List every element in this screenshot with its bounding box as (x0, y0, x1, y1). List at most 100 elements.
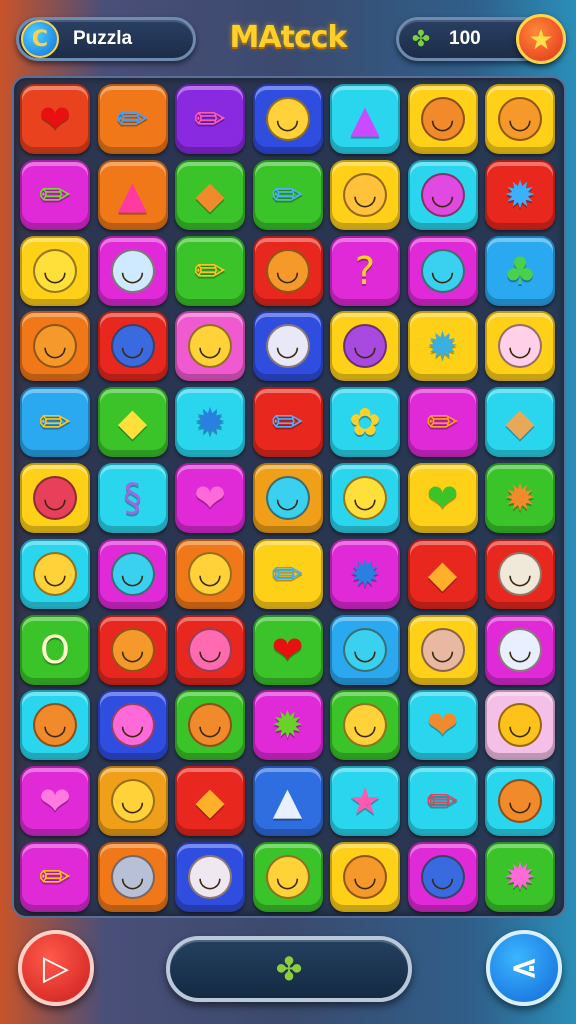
game-tile[interactable]: ◡ (252, 311, 323, 382)
game-tile[interactable]: ✏ (175, 235, 245, 306)
game-tile[interactable]: ◡ (97, 311, 168, 382)
game-tile[interactable]: ✿ (330, 387, 400, 458)
game-tile[interactable]: ✏ (20, 842, 90, 912)
game-tile[interactable]: ▲ (252, 766, 323, 837)
cat-face-icon: ◡ (33, 324, 77, 369)
game-tile[interactable]: ◡ (97, 690, 168, 761)
game-tile[interactable]: ◡ (20, 463, 90, 533)
game-tile[interactable]: ✹ (485, 463, 555, 533)
game-tile[interactable]: ◆ (485, 387, 555, 458)
game-tile[interactable]: ◡ (485, 614, 555, 685)
game-tile[interactable]: ◡ (407, 614, 478, 685)
game-tile[interactable]: ◡ (485, 766, 555, 837)
pencil-icon: ✏ (39, 855, 71, 899)
player-label: Puzzla (73, 28, 133, 49)
game-tile[interactable]: ✹ (330, 538, 400, 609)
game-tile[interactable]: ❤ (252, 614, 323, 685)
cat-face-icon: ◡ (343, 324, 387, 369)
game-tile[interactable]: ❤ (407, 463, 478, 533)
game-tile[interactable]: ◡ (330, 690, 400, 761)
smiley-face-icon: ◡ (188, 703, 232, 748)
game-tile[interactable]: ◡ (175, 842, 245, 912)
monster-face-icon: ◡ (420, 855, 465, 899)
game-tile[interactable]: ▲ (97, 159, 168, 230)
splat-icon: ✹ (504, 172, 536, 217)
game-tile[interactable]: ◡ (97, 538, 168, 609)
game-tile[interactable]: ◡ (330, 463, 400, 533)
game-tile[interactable]: ✏ (252, 159, 323, 230)
game-tile[interactable]: ◡ (252, 84, 323, 154)
game-tile[interactable]: ✹ (407, 311, 478, 382)
game-tile[interactable]: ◡ (485, 311, 555, 382)
game-tile[interactable]: ◆ (175, 159, 245, 230)
game-tile[interactable]: ★ (330, 766, 400, 837)
game-tile[interactable]: ◆ (175, 766, 245, 837)
game-tile[interactable]: ❤ (20, 766, 90, 837)
player-pill[interactable]: C Puzzla (16, 17, 196, 61)
game-tile[interactable]: ✏ (175, 84, 245, 154)
game-tile[interactable]: ◡ (97, 842, 168, 912)
game-tile[interactable]: ◡ (485, 84, 555, 154)
game-tile[interactable]: ✏ (97, 84, 168, 154)
game-tile[interactable]: ◡ (407, 842, 478, 912)
game-tile[interactable]: ❤ (20, 84, 90, 154)
game-tile[interactable]: ◡ (175, 311, 245, 382)
game-tile[interactable]: ✏ (252, 387, 323, 458)
game-tile[interactable]: ◡ (330, 614, 400, 685)
game-tile[interactable]: ▲ (330, 84, 400, 154)
game-tile[interactable]: ◡ (330, 159, 400, 230)
game-tile[interactable]: ◡ (175, 690, 245, 761)
game-tile[interactable]: ✹ (485, 159, 555, 230)
game-tile[interactable]: ✏ (407, 766, 478, 837)
game-tile[interactable]: ◆ (407, 538, 478, 609)
pencil-icon: ✏ (194, 248, 226, 293)
game-tile[interactable]: ✏ (252, 538, 323, 609)
game-tile[interactable]: ◡ (97, 235, 168, 306)
center-action-button[interactable]: ✤ (166, 936, 412, 1002)
pencil-icon: ✏ (271, 400, 304, 445)
game-tile[interactable]: ◡ (407, 84, 478, 154)
game-tile[interactable]: ♣ (485, 235, 555, 306)
game-tile[interactable]: ◡ (175, 614, 245, 685)
pig-face-icon: ◡ (188, 627, 232, 672)
splat-icon: ✹ (426, 324, 459, 369)
game-tile[interactable]: ◡ (252, 235, 323, 306)
heart-icon: ❤ (426, 476, 459, 520)
balloon-icon: ◆ (427, 551, 458, 596)
game-tile[interactable]: ◡ (407, 159, 478, 230)
game-tile[interactable]: ◆ (97, 387, 168, 458)
game-tile[interactable]: ◡ (252, 842, 323, 912)
cat-face-icon: ◡ (420, 97, 465, 141)
game-tile[interactable]: ✏ (20, 159, 90, 230)
game-tile[interactable]: ◡ (20, 235, 90, 306)
game-tile[interactable]: ◡ (330, 311, 400, 382)
game-tile[interactable]: ✏ (20, 387, 90, 458)
game-tile[interactable]: ? (330, 235, 400, 306)
game-tile[interactable]: ◡ (20, 311, 90, 382)
game-tile[interactable]: ◡ (97, 766, 168, 837)
play-button[interactable]: ▷ (18, 930, 94, 1006)
game-tile[interactable]: ◡ (175, 538, 245, 609)
game-tile[interactable]: § (97, 463, 168, 533)
star-button[interactable]: ★ (516, 14, 566, 64)
sunglasses-face-icon: ◡ (265, 324, 310, 369)
game-tile[interactable]: ❤ (175, 463, 245, 533)
share-button[interactable]: ⋖ (486, 930, 562, 1006)
game-tile[interactable]: ✏ (407, 387, 478, 458)
game-tile[interactable]: ◡ (97, 614, 168, 685)
game-tile[interactable]: ✹ (252, 690, 323, 761)
game-tile[interactable]: ◡ (20, 538, 90, 609)
game-tile[interactable]: ◡ (20, 690, 90, 761)
leaf-icon: ♣ (502, 248, 538, 293)
game-tile[interactable]: ◡ (485, 690, 555, 761)
game-tile[interactable]: ◡ (407, 235, 478, 306)
game-tile[interactable]: ❤ (407, 690, 478, 761)
game-tile[interactable]: O (20, 614, 90, 685)
game-tile[interactable]: ✹ (485, 842, 555, 912)
game-tile[interactable]: ◡ (485, 538, 555, 609)
glasses-face-icon: ◡ (110, 703, 155, 748)
game-tile[interactable]: ✹ (175, 387, 245, 458)
game-tile[interactable]: ◡ (252, 463, 323, 533)
game-tile[interactable]: ◡ (330, 842, 400, 912)
lemon-face-icon: ◡ (33, 248, 77, 293)
